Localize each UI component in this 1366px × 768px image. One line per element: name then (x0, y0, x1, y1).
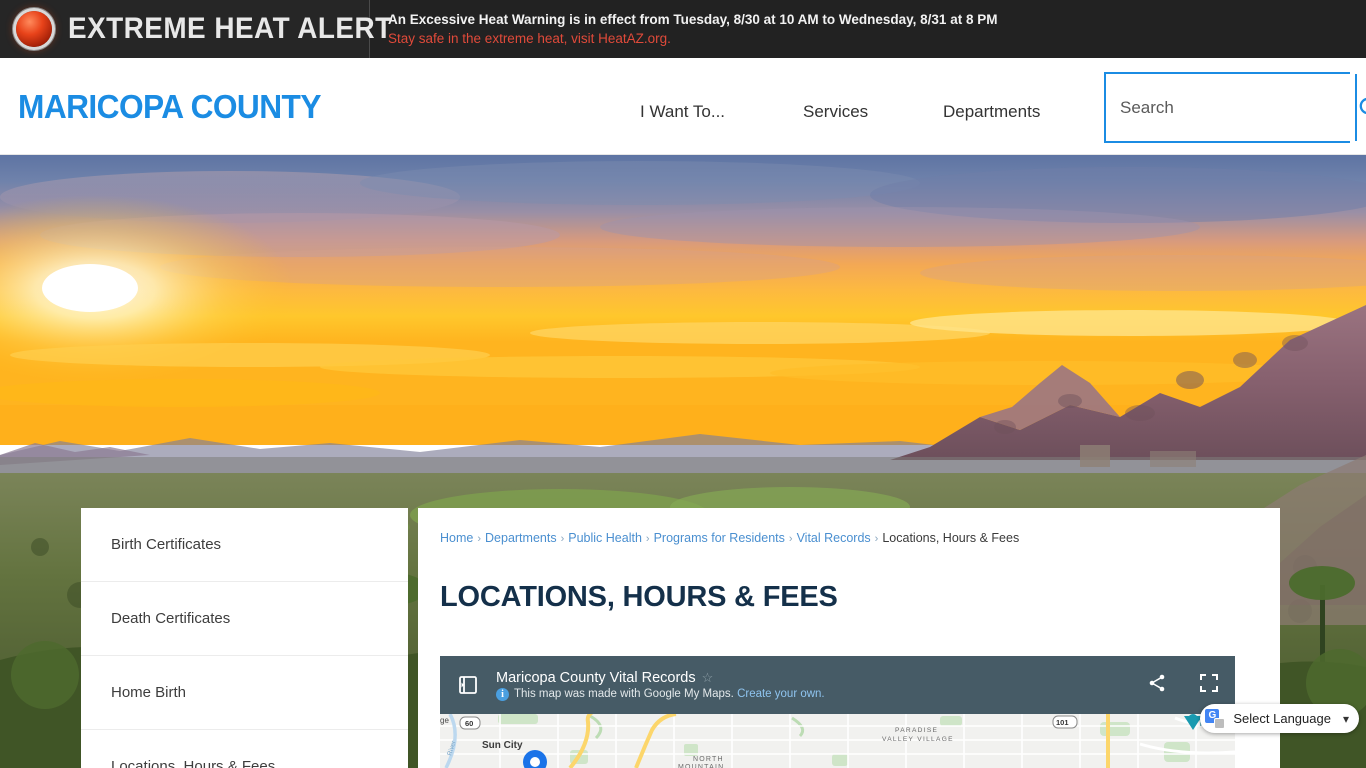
sidebar-item-locations-hours-fees[interactable]: Locations, Hours & Fees (81, 730, 408, 768)
map-canvas[interactable]: ge River Sun City NORTH MOUNTAIN PARADIS… (440, 714, 1235, 768)
search-icon (1359, 97, 1366, 114)
search-button[interactable] (1355, 74, 1366, 141)
search-input[interactable] (1106, 74, 1355, 141)
google-translate-icon: G (1205, 708, 1226, 729)
search-box (1104, 72, 1366, 143)
map-graphic: ge River Sun City NORTH MOUNTAIN PARADIS… (440, 714, 1235, 768)
map-label-north: NORTH (693, 756, 724, 763)
chevron-down-icon[interactable]: ▾ (1343, 712, 1349, 726)
breadcrumb-separator: › (645, 533, 650, 545)
breadcrumb-item-current: Locations, Hours & Fees (882, 531, 1020, 545)
select-language-widget[interactable]: G Select Language ▾ (1200, 704, 1359, 733)
google-translate-secondary-glyph (1214, 717, 1226, 729)
sidebar-item-home-birth[interactable]: Home Birth (81, 656, 408, 730)
map-label-paradise: PARADISE (895, 727, 938, 734)
share-icon[interactable] (1147, 673, 1167, 698)
alert-title: EXTREME HEAT ALERT (68, 12, 393, 45)
route-shield-101: 101 (1052, 715, 1078, 729)
breadcrumb-separator: › (560, 533, 565, 545)
nav-item-i-want-to[interactable]: I Want To... (640, 94, 803, 130)
select-language-label: Select Language (1233, 711, 1331, 726)
sidebar-item-death-certificates[interactable]: Death Certificates (81, 582, 408, 656)
main-content-card: Home › Departments › Public Health › Programs … (418, 508, 1280, 768)
site-header: MARICOPA COUNTY I Want To... Services De… (0, 58, 1366, 155)
breadcrumb: Home › Departments › Public Health › Programs … (440, 531, 1019, 545)
route-shield-60: 60 (459, 716, 481, 730)
breadcrumb-item-vital-records[interactable]: Vital Records (797, 531, 871, 545)
map-create-your-own-link[interactable]: Create your own. (737, 688, 825, 700)
site-logo[interactable]: MARICOPA COUNTY (18, 88, 321, 126)
page-title: LOCATIONS, HOURS & FEES (440, 581, 838, 613)
extreme-heat-alert-bar: EXTREME HEAT ALERT An Excessive Heat War… (0, 0, 1366, 58)
map-document-icon[interactable] (456, 673, 480, 697)
breadcrumb-separator: › (477, 533, 482, 545)
breadcrumb-item-home[interactable]: Home (440, 531, 473, 545)
map-label-valley-village: VALLEY VILLAGE (882, 736, 954, 743)
google-my-maps-embed: Maricopa County Vital Records ☆ i This m… (440, 656, 1235, 768)
sidebar-navigation: Birth Certificates Death Certificates Ho… (81, 508, 408, 768)
main-navigation: I Want To... Services Departments (640, 94, 1093, 130)
alert-message-link[interactable]: Stay safe in the extreme heat, visit Hea… (388, 29, 1366, 48)
map-subtitle: This map was made with Google My Maps. C… (514, 688, 825, 700)
sidebar-item-birth-certificates[interactable]: Birth Certificates (81, 508, 408, 582)
map-title: Maricopa County Vital Records (496, 669, 696, 686)
map-header-bar: Maricopa County Vital Records ☆ i This m… (440, 656, 1235, 714)
alert-message-primary: An Excessive Heat Warning is in effect f… (388, 12, 998, 27)
breadcrumb-item-programs-for-residents[interactable]: Programs for Residents (654, 531, 785, 545)
breadcrumb-separator: › (788, 533, 793, 545)
svg-text:101: 101 (1056, 718, 1069, 727)
breadcrumb-separator: › (874, 533, 879, 545)
map-label-mountain: MOUNTAIN (678, 764, 724, 768)
nav-item-services[interactable]: Services (803, 94, 943, 130)
map-label-ge: ge (440, 716, 449, 725)
alert-message-block: An Excessive Heat Warning is in effect f… (370, 0, 1366, 58)
info-icon: i (496, 687, 509, 701)
nav-item-departments[interactable]: Departments (943, 94, 1093, 130)
star-icon[interactable]: ☆ (702, 670, 714, 686)
breadcrumb-item-departments[interactable]: Departments (485, 531, 557, 545)
alert-lamp-icon (16, 11, 52, 47)
map-subtitle-text: This map was made with Google My Maps. (514, 688, 734, 700)
breadcrumb-item-public-health[interactable]: Public Health (568, 531, 642, 545)
alert-title-block: EXTREME HEAT ALERT (0, 0, 392, 58)
svg-text:60: 60 (465, 719, 473, 728)
fullscreen-icon[interactable] (1199, 673, 1219, 698)
map-header-text: Maricopa County Vital Records ☆ i This m… (496, 670, 825, 701)
map-label-sun-city: Sun City (482, 740, 523, 751)
